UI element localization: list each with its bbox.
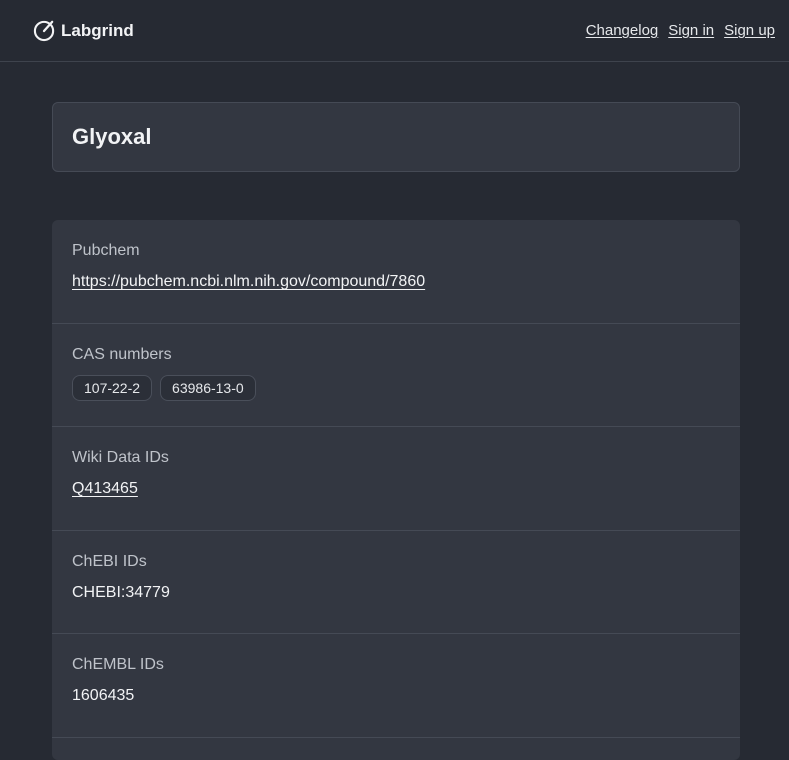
- chembl-section: ChEMBL IDs 1606435: [52, 634, 740, 738]
- cas-section: CAS numbers 107-22-2 63986-13-0: [52, 324, 740, 427]
- cas-chip: 107-22-2: [72, 374, 153, 401]
- top-navbar: Labgrind Changelog Sign in Sign up: [0, 0, 789, 62]
- compound-details-card: Pubchem https://pubchem.ncbi.nlm.nih.gov…: [52, 220, 740, 760]
- sign-in-link[interactable]: Sign in: [668, 22, 714, 39]
- chebi-label: ChEBI IDs: [72, 552, 147, 570]
- cas-chip: 63986-13-0: [160, 374, 256, 401]
- pubchem-label: Pubchem: [72, 242, 140, 259]
- brand-name: Labgrind: [61, 20, 134, 40]
- compound-title-card: Glyoxal: [52, 102, 740, 172]
- page-title: Glyoxal: [72, 124, 152, 149]
- wikidata-section: Wiki Data IDs Q413465: [52, 427, 740, 531]
- pubchem-section: Pubchem https://pubchem.ncbi.nlm.nih.gov…: [52, 220, 740, 324]
- chembl-value: 1606435: [72, 687, 135, 704]
- sign-up-link[interactable]: Sign up: [724, 22, 775, 39]
- gauge-icon: [33, 20, 55, 42]
- changelog-link[interactable]: Changelog: [586, 22, 659, 39]
- chebi-section: ChEBI IDs CHEBI:34779: [52, 531, 740, 634]
- cas-label: CAS numbers: [72, 345, 172, 363]
- wikidata-label: Wiki Data IDs: [72, 449, 169, 466]
- chembl-label: ChEMBL IDs: [72, 656, 164, 673]
- header-nav: Changelog Sign in Sign up: [586, 22, 775, 39]
- pubchem-link[interactable]: https://pubchem.ncbi.nlm.nih.gov/compoun…: [72, 273, 425, 290]
- wikidata-link[interactable]: Q413465: [72, 480, 138, 497]
- brand-home-link[interactable]: Labgrind: [33, 19, 134, 42]
- cas-chip-list: 107-22-2 63986-13-0: [72, 374, 720, 401]
- chebi-value: CHEBI:34779: [72, 583, 170, 601]
